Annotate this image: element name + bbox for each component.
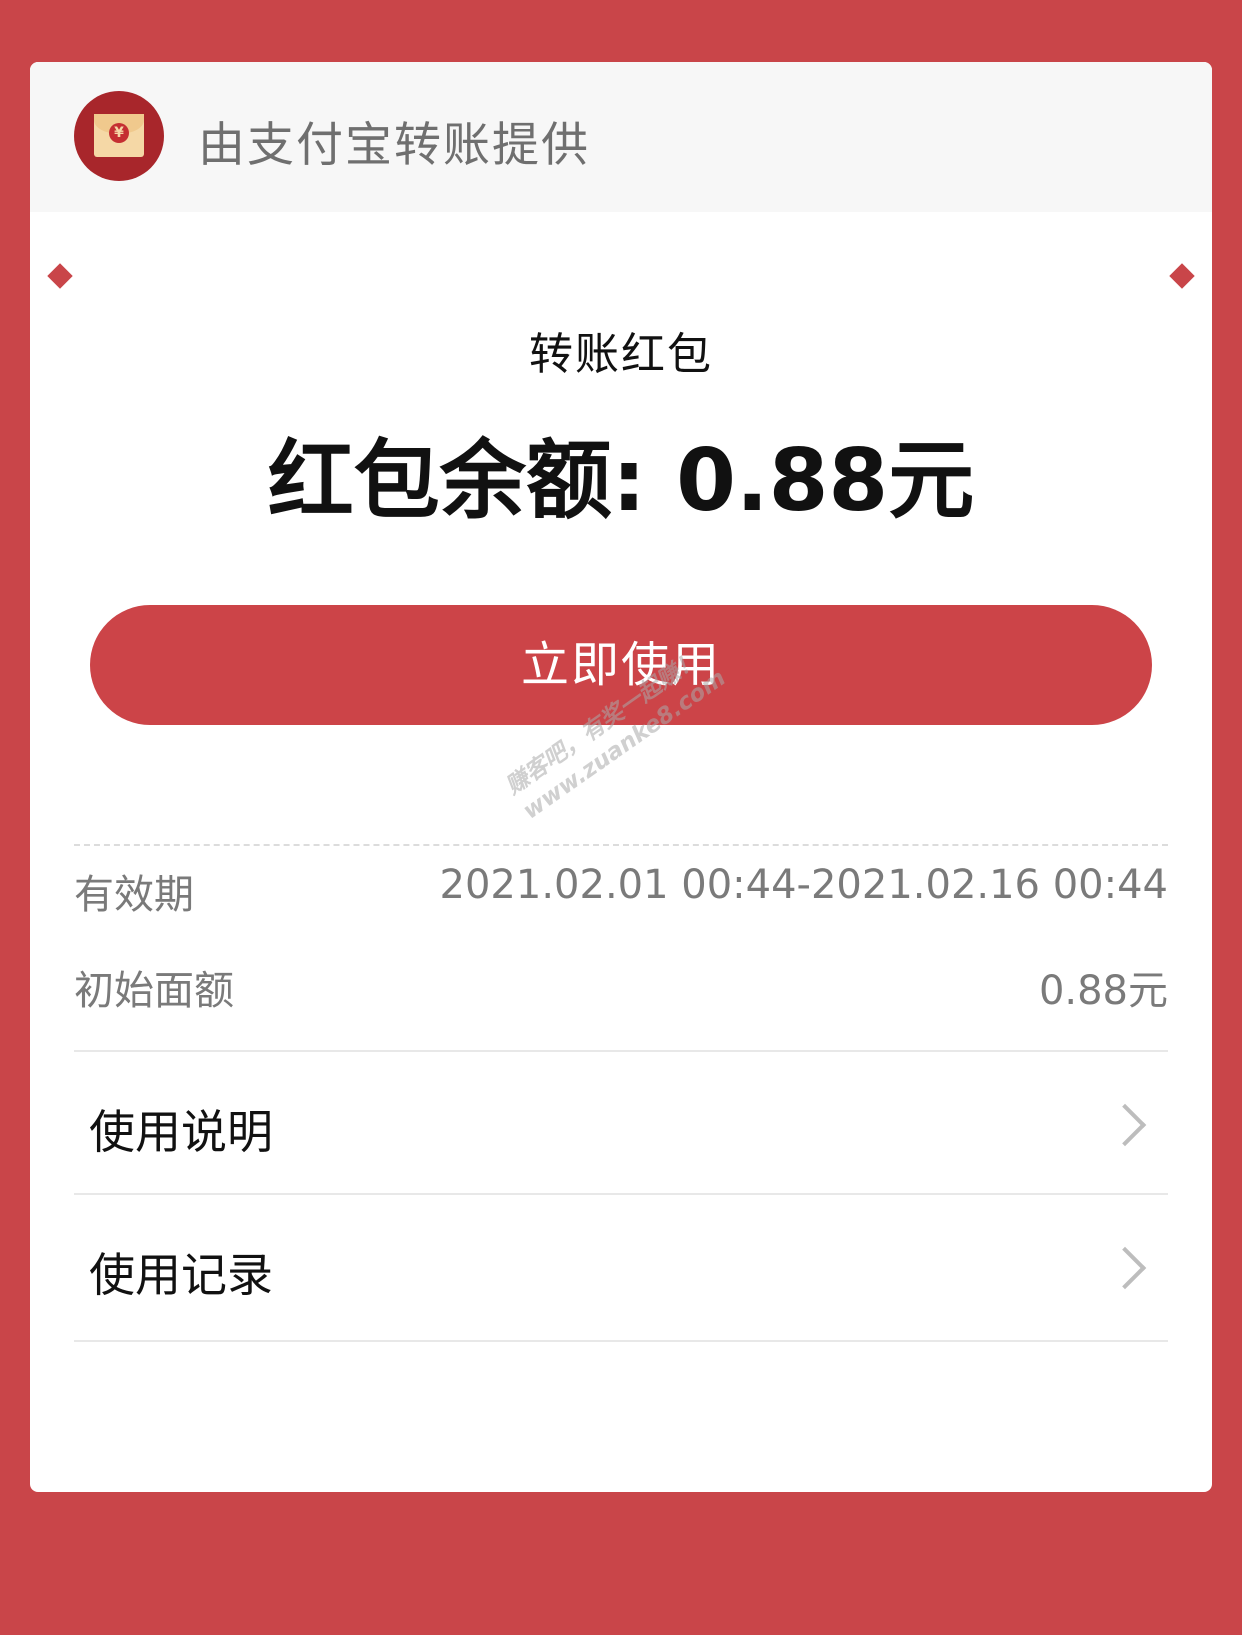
menu-divider	[74, 1340, 1168, 1342]
initial-amount-row: 初始面额 0.88元	[74, 958, 1168, 1018]
provider-title: 由支付宝转账提供	[198, 118, 590, 173]
usage-records-label: 使用记录	[89, 1248, 273, 1302]
yuan-coin-icon: ¥	[109, 123, 129, 143]
validity-value: 2021.02.01 00:44-2021.02.16 00:44	[439, 862, 1168, 908]
validity-label: 有效期	[74, 872, 194, 918]
red-envelope-card: ¥ 由支付宝转账提供 转账红包 红包余额: 0.88元 立即使用 赚客吧，有奖一…	[30, 62, 1212, 1492]
usage-instructions-label: 使用说明	[89, 1105, 273, 1159]
initial-amount-label: 初始面额	[74, 968, 234, 1014]
usage-records-item[interactable]: 使用记录	[74, 1195, 1168, 1335]
ticket-notch-left	[47, 263, 73, 289]
chevron-right-icon	[1103, 1103, 1147, 1147]
red-envelope-logo-icon: ¥	[74, 91, 164, 181]
usage-instructions-item[interactable]: 使用说明	[74, 1052, 1168, 1192]
chevron-right-icon	[1103, 1246, 1147, 1290]
envelope-type-title: 转账红包	[529, 329, 713, 380]
ticket-notch-right	[1169, 263, 1195, 289]
initial-amount-value: 0.88元	[1038, 968, 1168, 1014]
balance-amount: 红包余额: 0.88元	[267, 431, 975, 531]
validity-row: 有效期 2021.02.01 00:44-2021.02.16 00:44	[74, 862, 1168, 922]
dashed-divider	[74, 844, 1168, 846]
provider-header: ¥ 由支付宝转账提供	[30, 62, 1212, 212]
